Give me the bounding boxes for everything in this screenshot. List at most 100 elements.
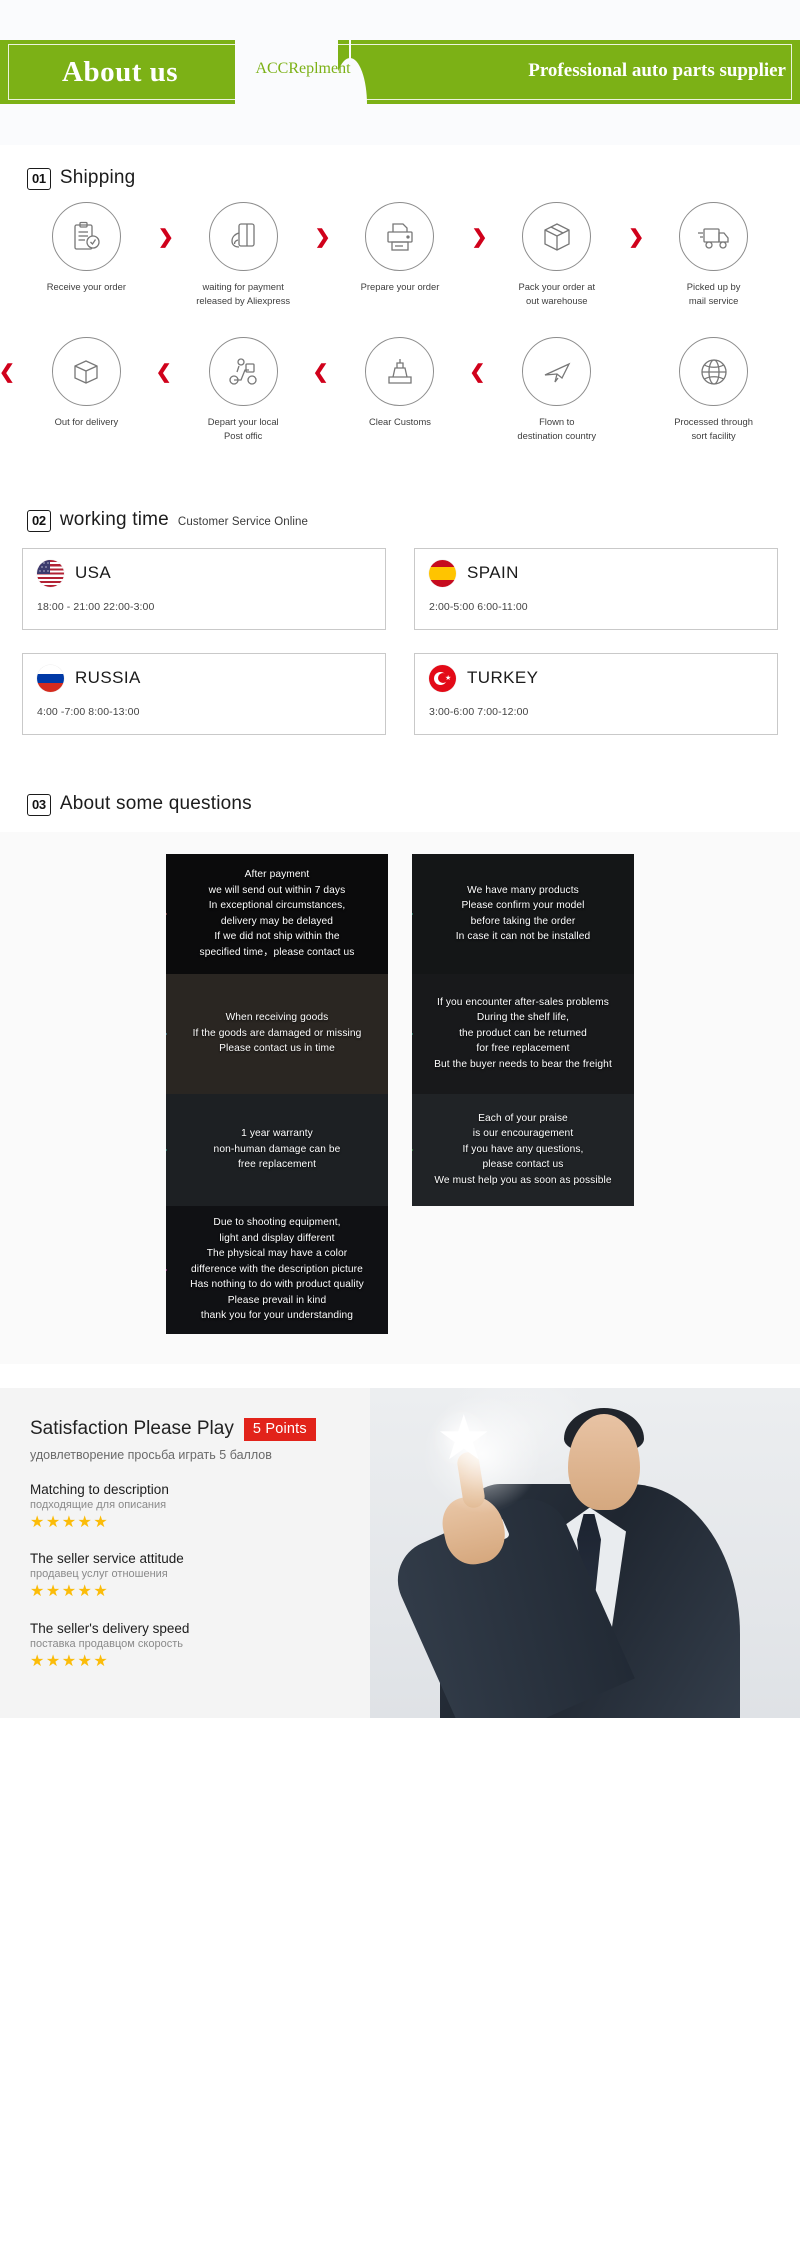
faq-text: We have many products Please confirm you…: [455, 884, 591, 943]
shipping-step: Pack your order at out warehouse ❯: [478, 202, 644, 307]
section-number: 02: [27, 509, 51, 532]
faq-panels: After payment we will send out within 7 …: [0, 831, 800, 1364]
star-rating[interactable]: ★★★★★: [30, 1514, 360, 1532]
working-time-card-turkey: ★ TURKEY 3:00-6:00 7:00-12:00: [414, 652, 778, 735]
faq-item: Each of your praise is our encouragement…: [412, 1093, 634, 1206]
satisfaction-subtitle: удовлетворение просьба играть 5 баллов: [30, 1447, 272, 1462]
flag-russia-icon: [37, 664, 64, 692]
satisfaction-title: Satisfaction Please Play: [30, 1418, 234, 1439]
shipping-step: Out for delivery ❮: [0, 337, 165, 442]
step-label: Processed through sort facility: [674, 416, 753, 441]
rating-label-ru: продавец услуг отношения: [30, 1568, 168, 1581]
rating-row: Matching to description подходящие для о…: [30, 1482, 360, 1532]
step-label: Pack your order at out warehouse: [518, 281, 596, 306]
star-rating[interactable]: ★★★★★: [30, 1583, 360, 1601]
working-time-grid: USA 18:00 - 21:00 22:00-3:00 SPAIN 2:00-…: [0, 547, 800, 735]
flag-usa-icon: [37, 559, 64, 587]
delivery-truck-icon: [697, 227, 729, 249]
chevron-left-icon: ❮: [312, 362, 329, 384]
country-name: USA: [75, 563, 112, 582]
step-label: Clear Customs: [368, 416, 431, 428]
step-icon-circle: [522, 202, 592, 271]
arrow-marker-icon: [166, 1140, 167, 1159]
step-icon-circle: [51, 337, 121, 407]
brand-name: ACCReplment: [255, 60, 351, 77]
hand-card-icon: [231, 222, 255, 248]
step-icon-circle: [679, 337, 749, 407]
clipboard-check-icon: [74, 221, 101, 250]
arrow-marker-icon: [166, 904, 167, 923]
open-box-icon: [74, 360, 99, 384]
rating-row: The seller's delivery speed поставка про…: [30, 1621, 360, 1671]
step-icon-circle: [51, 202, 121, 271]
arrow-marker-icon: [166, 1260, 167, 1279]
page-header: About us ACCReplment Professional auto p…: [0, 0, 800, 145]
customs-stamp-icon: [388, 358, 412, 384]
faq-item: After payment we will send out within 7 …: [166, 853, 388, 974]
country-name: SPAIN: [467, 563, 519, 582]
chevron-left-icon: ❮: [469, 362, 486, 384]
satisfaction-section: ★ Satisfaction Please Play 5 Points удов…: [0, 1387, 800, 1718]
chevron-left-icon: ❮: [0, 362, 15, 384]
faq-item: Due to shooting equipment, light and dis…: [166, 1205, 388, 1334]
businessman-photo: ★: [370, 1387, 800, 1718]
working-time-card-usa: USA 18:00 - 21:00 22:00-3:00: [22, 547, 386, 630]
star-rating[interactable]: ★★★★★: [30, 1653, 360, 1671]
rating-label-en: The seller's delivery speed: [30, 1620, 190, 1636]
faq-text: After payment we will send out within 7 …: [199, 869, 355, 958]
big-star-icon: ★: [436, 1403, 492, 1473]
shipping-step: Flown to destination country ❮: [469, 337, 635, 442]
faq-text: 1 year warranty non-human damage can be …: [213, 1128, 341, 1171]
section-title: Shipping: [59, 167, 136, 188]
section-title: About some questions: [59, 792, 252, 814]
working-hours: 18:00 - 21:00 22:00-3:00: [37, 600, 155, 613]
shipping-step: Picked up by mail service: [635, 202, 792, 307]
shipping-step: Processed through sort facility: [635, 337, 792, 442]
step-label: Depart your local Post offic: [207, 416, 279, 441]
scooter-courier-icon: [229, 358, 257, 385]
arrow-marker-icon: [412, 1024, 413, 1043]
arrow-marker-icon: [412, 1140, 413, 1159]
globe-icon: [700, 359, 727, 385]
rating-row: The seller service attitude продавец усл…: [30, 1551, 360, 1601]
faq-text: When receiving goods If the goods are da…: [192, 1012, 362, 1055]
package-box-icon: [544, 222, 570, 251]
printer-icon: [387, 222, 413, 251]
step-icon-circle: [365, 337, 435, 407]
faq-text: Due to shooting equipment, light and dis…: [190, 1217, 364, 1322]
section-number: 03: [27, 793, 51, 816]
working-hours: 2:00-5:00 6:00-11:00: [429, 600, 528, 613]
airplane-icon: [544, 362, 571, 383]
step-label: waiting for payment released by Aliexpre…: [196, 281, 291, 306]
flag-spain-icon: [429, 559, 456, 587]
section-number: 01: [27, 168, 51, 190]
step-label: Prepare your order: [360, 281, 440, 292]
rating-label-en: The seller service attitude: [30, 1551, 184, 1567]
step-icon-circle: [208, 337, 278, 407]
flag-turkey-icon: ★: [429, 664, 456, 692]
shipping-step: Prepare your order ❯: [322, 202, 487, 307]
header-tagline: Professional auto parts supplier: [528, 60, 786, 81]
faq-item: When receiving goods If the goods are da…: [166, 973, 388, 1094]
step-icon-circle: [522, 337, 592, 407]
faq-item: 1 year warranty non-human damage can be …: [166, 1093, 388, 1206]
working-hours: 3:00-6:00 7:00-12:00: [429, 705, 529, 718]
faq-column-left: After payment we will send out within 7 …: [166, 853, 388, 1334]
rating-label-en: Matching to description: [30, 1481, 169, 1497]
satisfaction-content: Satisfaction Please Play 5 Points удовле…: [30, 1417, 360, 1671]
faq-item: We have many products Please confirm you…: [412, 853, 634, 974]
section-title: working time: [59, 508, 169, 530]
working-time-card-spain: SPAIN 2:00-5:00 6:00-11:00: [414, 547, 778, 630]
shipping-step: Depart your local Post offic ❮: [156, 337, 322, 442]
faq-section: 03 About some questions After payment we…: [0, 735, 800, 1364]
faq-text: Each of your praise is our encouragement…: [434, 1112, 612, 1186]
rating-label-ru: подходящие для описания: [30, 1498, 167, 1511]
page-title: About us: [62, 56, 179, 88]
step-label: Picked up by mail service: [686, 281, 741, 306]
section-subtitle: Customer Service Online: [177, 515, 309, 528]
step-label: Flown to destination country: [517, 416, 597, 441]
shipping-steps-row-2: Out for delivery ❮ Depart your local Pos…: [0, 337, 800, 442]
step-icon-circle: [365, 202, 435, 271]
shipping-section: 01 Shipping Receive your order ❯ waiting…: [0, 145, 800, 443]
working-time-card-russia: RUSSIA 4:00 -7:00 8:00-13:00: [22, 652, 386, 735]
